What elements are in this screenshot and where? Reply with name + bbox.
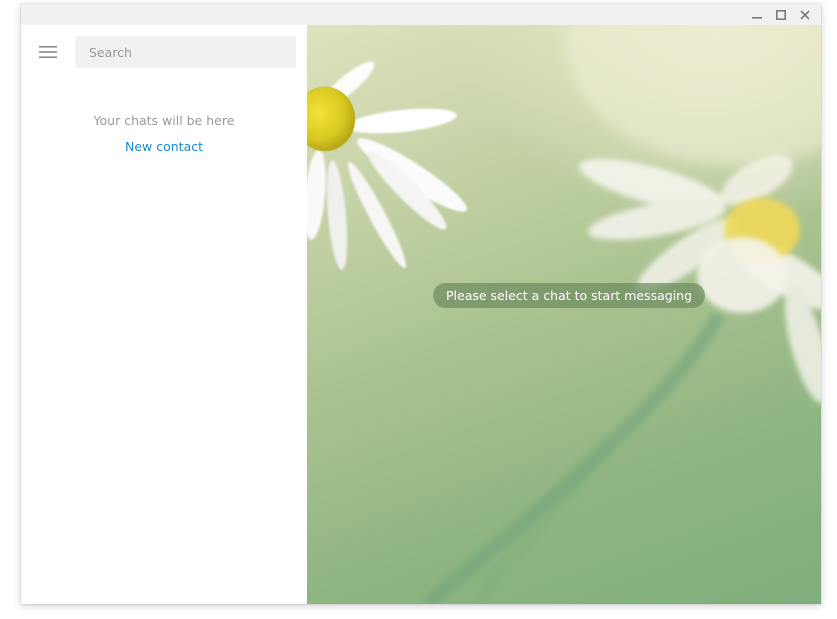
- app-window: Your chats will be here New contact: [21, 4, 821, 604]
- minimize-button[interactable]: [745, 4, 769, 25]
- new-contact-link[interactable]: New contact: [21, 139, 307, 154]
- title-bar[interactable]: [21, 4, 821, 25]
- close-button[interactable]: [793, 4, 817, 25]
- hamburger-menu-icon: [39, 46, 57, 58]
- minimize-icon: [752, 16, 762, 19]
- close-icon: [800, 9, 810, 20]
- empty-chats-message: Your chats will be here: [93, 113, 235, 128]
- maximize-icon: [776, 9, 786, 20]
- maximize-button[interactable]: [769, 4, 793, 25]
- chat-area: Please select a chat to start messaging: [307, 25, 821, 604]
- sidebar-header: [21, 25, 307, 79]
- search-input[interactable]: [75, 36, 296, 68]
- window-controls: [745, 4, 817, 25]
- chamomile-wallpaper: [307, 25, 821, 604]
- search-box: [75, 36, 296, 68]
- chat-list-sidebar: Your chats will be here New contact: [21, 25, 308, 604]
- select-chat-hint: Please select a chat to start messaging: [433, 283, 706, 308]
- main-menu-button[interactable]: [33, 37, 63, 67]
